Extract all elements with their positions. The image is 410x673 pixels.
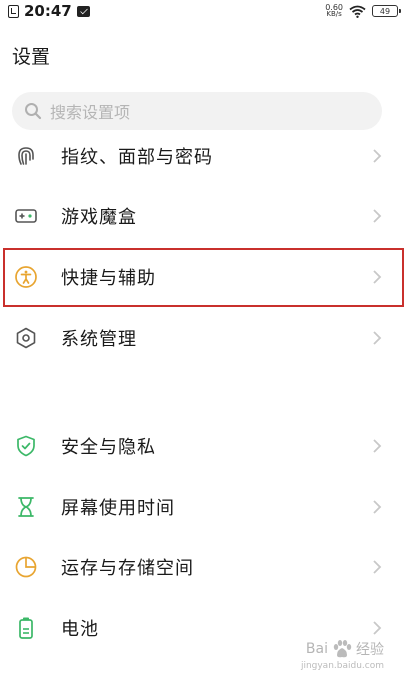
system-management-icon <box>16 327 36 349</box>
settings-item-label: 安全与隐私 <box>61 437 156 458</box>
chevron-right-icon <box>373 560 382 574</box>
settings-item-screen-time[interactable]: 屏幕使用时间 <box>0 477 410 537</box>
search-bar[interactable]: 搜索设置项 <box>12 92 382 130</box>
status-bar: 20:47 0.60 KB/s 49 <box>0 0 410 22</box>
pie-chart-icon <box>15 556 37 578</box>
search-icon <box>25 103 42 120</box>
settings-item-fingerprint-face-password[interactable]: 指纹、面部与密码 <box>0 126 410 186</box>
chevron-right-icon <box>373 209 382 223</box>
wifi-icon <box>349 5 366 18</box>
chevron-right-icon <box>373 331 382 345</box>
page-title: 设置 <box>12 46 51 68</box>
message-icon <box>76 5 90 17</box>
chevron-right-icon <box>373 149 382 163</box>
status-right: 0.60 KB/s 49 <box>325 4 401 18</box>
settings-item-label: 屏幕使用时间 <box>61 498 175 519</box>
network-speed: 0.60 KB/s <box>325 4 343 18</box>
settings-item-label: 系统管理 <box>61 329 137 350</box>
settings-item-label: 电池 <box>61 619 99 640</box>
game-box-icon <box>15 209 37 223</box>
fingerprint-icon <box>18 147 34 165</box>
settings-item-memory-storage[interactable]: 运存与存储空间 <box>0 537 410 597</box>
settings-item-system-management[interactable]: 系统管理 <box>0 308 410 368</box>
settings-item-shortcuts-accessibility[interactable]: 快捷与辅助 <box>0 247 410 307</box>
settings-item-game-box[interactable]: 游戏魔盒 <box>0 186 410 246</box>
settings-item-label: 运存与存储空间 <box>61 558 194 579</box>
status-time: 20:47 <box>24 2 72 20</box>
watermark-brand-left: Bai <box>305 641 328 657</box>
baidu-paw-icon <box>333 640 352 658</box>
chevron-right-icon <box>373 621 382 635</box>
settings-item-security-privacy[interactable]: 安全与隐私 <box>0 416 410 476</box>
search-placeholder: 搜索设置项 <box>50 103 131 122</box>
battery-indicator: 49 <box>372 5 401 17</box>
chevron-right-icon <box>373 500 382 514</box>
status-left: 20:47 <box>8 2 90 20</box>
settings-item-label: 快捷与辅助 <box>61 268 156 289</box>
shield-icon <box>17 435 35 457</box>
baidu-watermark: Bai 经验 jingyan.baidu.com <box>301 639 384 671</box>
notification-icon <box>8 4 19 18</box>
settings-item-label: 游戏魔盒 <box>61 207 137 228</box>
watermark-url: jingyan.baidu.com <box>300 661 384 671</box>
battery-icon <box>19 617 33 639</box>
watermark-brand-right: 经验 <box>356 642 384 658</box>
accessibility-icon <box>15 266 37 288</box>
settings-item-label: 指纹、面部与密码 <box>61 147 213 168</box>
chevron-right-icon <box>373 270 382 284</box>
network-speed-unit: KB/s <box>326 10 342 18</box>
hourglass-icon <box>18 497 34 517</box>
chevron-right-icon <box>373 439 382 453</box>
